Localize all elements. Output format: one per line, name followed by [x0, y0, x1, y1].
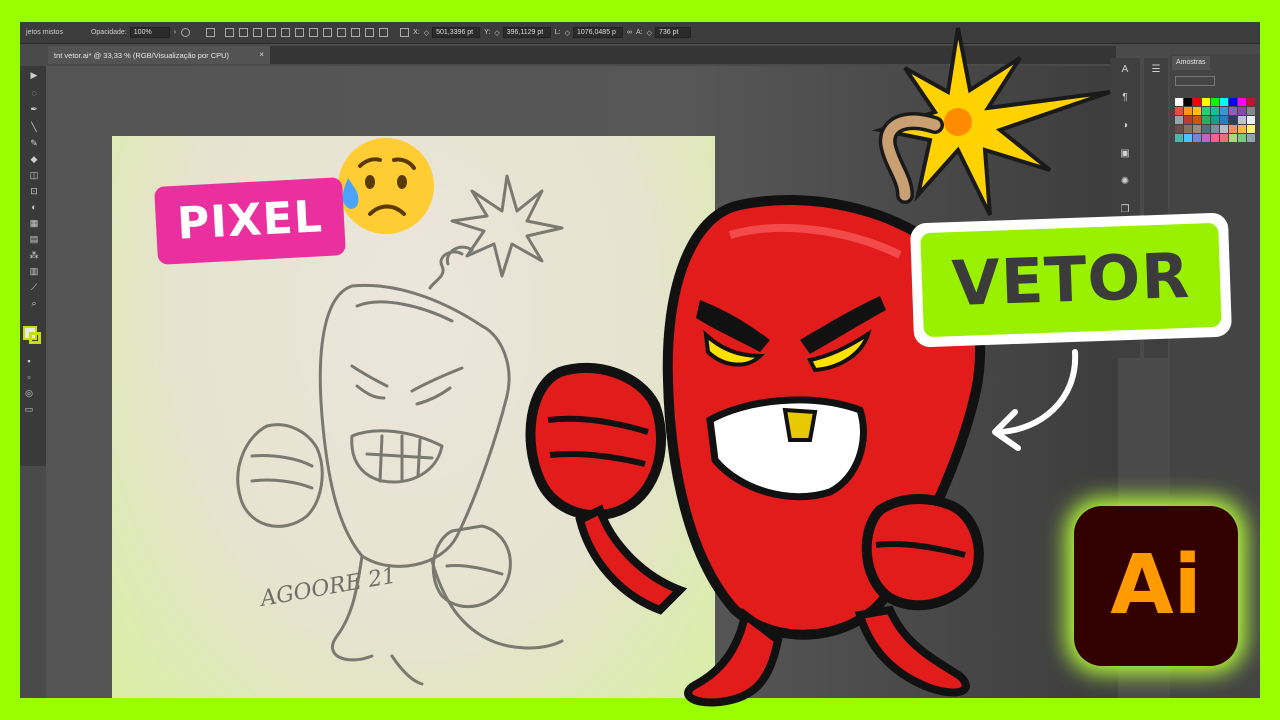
pixel-label-badge: PIXEL	[154, 177, 346, 265]
vetor-label-text: VETOR	[920, 222, 1222, 338]
vetor-label-badge: VETOR	[909, 212, 1233, 348]
ai-logo-text: Ai	[1110, 538, 1202, 633]
curved-arrow-icon	[997, 349, 1079, 435]
illustrator-logo-icon: Ai	[1074, 506, 1238, 666]
worried-face-icon	[338, 138, 434, 234]
